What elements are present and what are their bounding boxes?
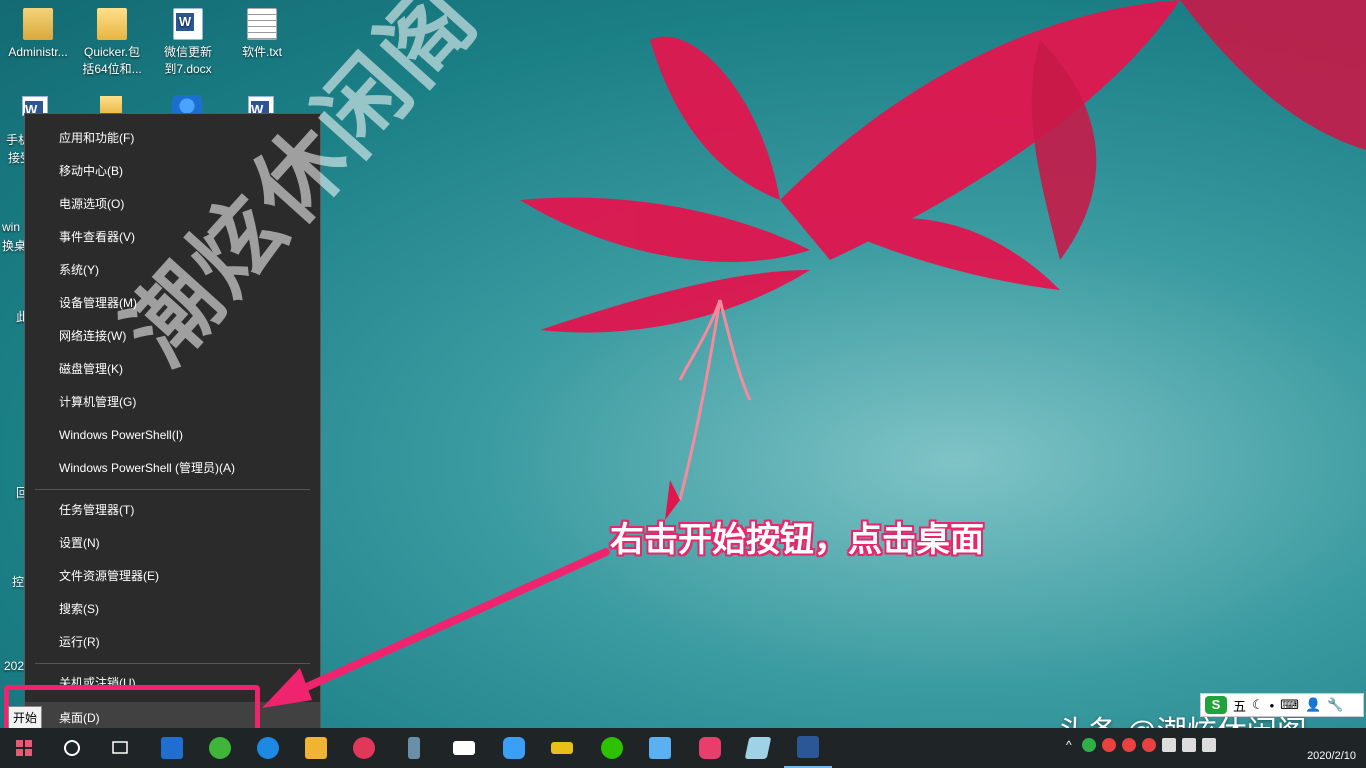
partial-label: win [2, 220, 21, 234]
user-icon[interactable]: 👤 [1305, 697, 1321, 713]
taskbar-app-ruler[interactable] [538, 728, 586, 768]
menu-item-file-explorer[interactable]: 文件资源管理器(E) [25, 560, 320, 593]
pink-app-icon [699, 737, 721, 759]
baidu-netdisk-icon [503, 737, 525, 759]
text-file-icon [247, 8, 277, 40]
task-view-button[interactable] [96, 728, 144, 768]
partial-label: 控 [12, 575, 25, 589]
menu-item-run[interactable]: 运行(R) [25, 626, 320, 659]
package-icon [305, 737, 327, 759]
partial-label: 202 [4, 659, 25, 673]
taskbar-app-bird[interactable] [636, 728, 684, 768]
taskbar-app-glass[interactable] [734, 728, 782, 768]
desktop-icon-quicker[interactable]: Quicker.包括64位和... [74, 2, 150, 78]
desktop-icon-label: 软件.txt [241, 45, 282, 59]
qq-icon[interactable] [1142, 738, 1156, 752]
windows-logo-icon [16, 740, 32, 756]
menu-item-powershell-admin[interactable]: Windows PowerShell (管理员)(A) [25, 452, 320, 485]
word-doc-icon [173, 8, 203, 40]
sogou-tray-icon[interactable] [1082, 738, 1096, 752]
word-icon [797, 736, 819, 758]
system-tray: ^ [1066, 738, 1216, 752]
wrench-icon[interactable]: 🔧 [1327, 697, 1343, 713]
taskbar-app-pink[interactable] [686, 728, 734, 768]
clock-date[interactable]: 2020/2/10 [1307, 750, 1356, 762]
taskbar-app-package[interactable] [292, 728, 340, 768]
menu-item-search[interactable]: 搜索(S) [25, 593, 320, 626]
maxthon-icon [161, 737, 183, 759]
browser-360-icon [209, 737, 231, 759]
cortana-icon [64, 740, 80, 756]
desktop-icon-wechat-docx[interactable]: 微信更新到7.docx [150, 2, 226, 78]
desktop-icon-administrator[interactable]: Administr... [0, 2, 76, 61]
partial-label: 换桌 [2, 239, 27, 253]
menu-separator [35, 489, 310, 490]
taskbar-app-word[interactable] [784, 728, 832, 768]
desktop-icon-label: Administr... [8, 45, 68, 59]
menu-item-settings[interactable]: 设置(N) [25, 527, 320, 560]
battery-app-icon [408, 737, 420, 759]
desktop-icon-software-txt[interactable]: 软件.txt [224, 2, 300, 61]
menu-item-computer-management[interactable]: 计算机管理(G) [25, 386, 320, 419]
desktop-icon-label: 微信更新到7.docx [163, 45, 212, 76]
taskbar-app-mail[interactable] [440, 728, 488, 768]
user-folder-icon [23, 8, 53, 40]
taskbar-app-maxthon[interactable] [148, 728, 196, 768]
taskbar-app-edge[interactable] [244, 728, 292, 768]
start-button[interactable] [0, 728, 48, 768]
mail-icon [453, 741, 475, 755]
bird-app-icon [649, 737, 671, 759]
chevron-up-icon[interactable]: ^ [1066, 738, 1076, 752]
folder-icon [97, 8, 127, 40]
taskbar-app-baidu[interactable] [490, 728, 538, 768]
annotation-text: 右击开始按钮，点击桌面 [610, 521, 984, 559]
ruler-icon [551, 742, 573, 754]
edge-icon [257, 737, 279, 759]
wechat-icon [601, 737, 623, 759]
search-button[interactable] [48, 728, 96, 768]
taskbar-app-wechat[interactable] [588, 728, 636, 768]
network-icon[interactable] [1182, 738, 1196, 752]
taskbar-app-red[interactable] [340, 728, 388, 768]
wallpaper-flower [520, 0, 1366, 520]
desktop-icon-label: Quicker.包括64位和... [82, 45, 142, 76]
menu-item-task-manager[interactable]: 任务管理器(T) [25, 494, 320, 527]
glass-app-icon [744, 737, 772, 759]
menu-item-powershell[interactable]: Windows PowerShell(I) [25, 419, 320, 452]
qq-icon[interactable] [1122, 738, 1136, 752]
volume-icon[interactable] [1202, 738, 1216, 752]
taskbar-app-360[interactable] [196, 728, 244, 768]
task-view-icon [112, 741, 128, 754]
taskbar-app-battery[interactable] [390, 728, 438, 768]
start-tooltip: 开始 [8, 706, 43, 729]
app-red-icon [353, 737, 375, 759]
menu-separator [35, 663, 310, 664]
qq-icon[interactable] [1102, 738, 1116, 752]
battery-icon[interactable] [1162, 738, 1176, 752]
